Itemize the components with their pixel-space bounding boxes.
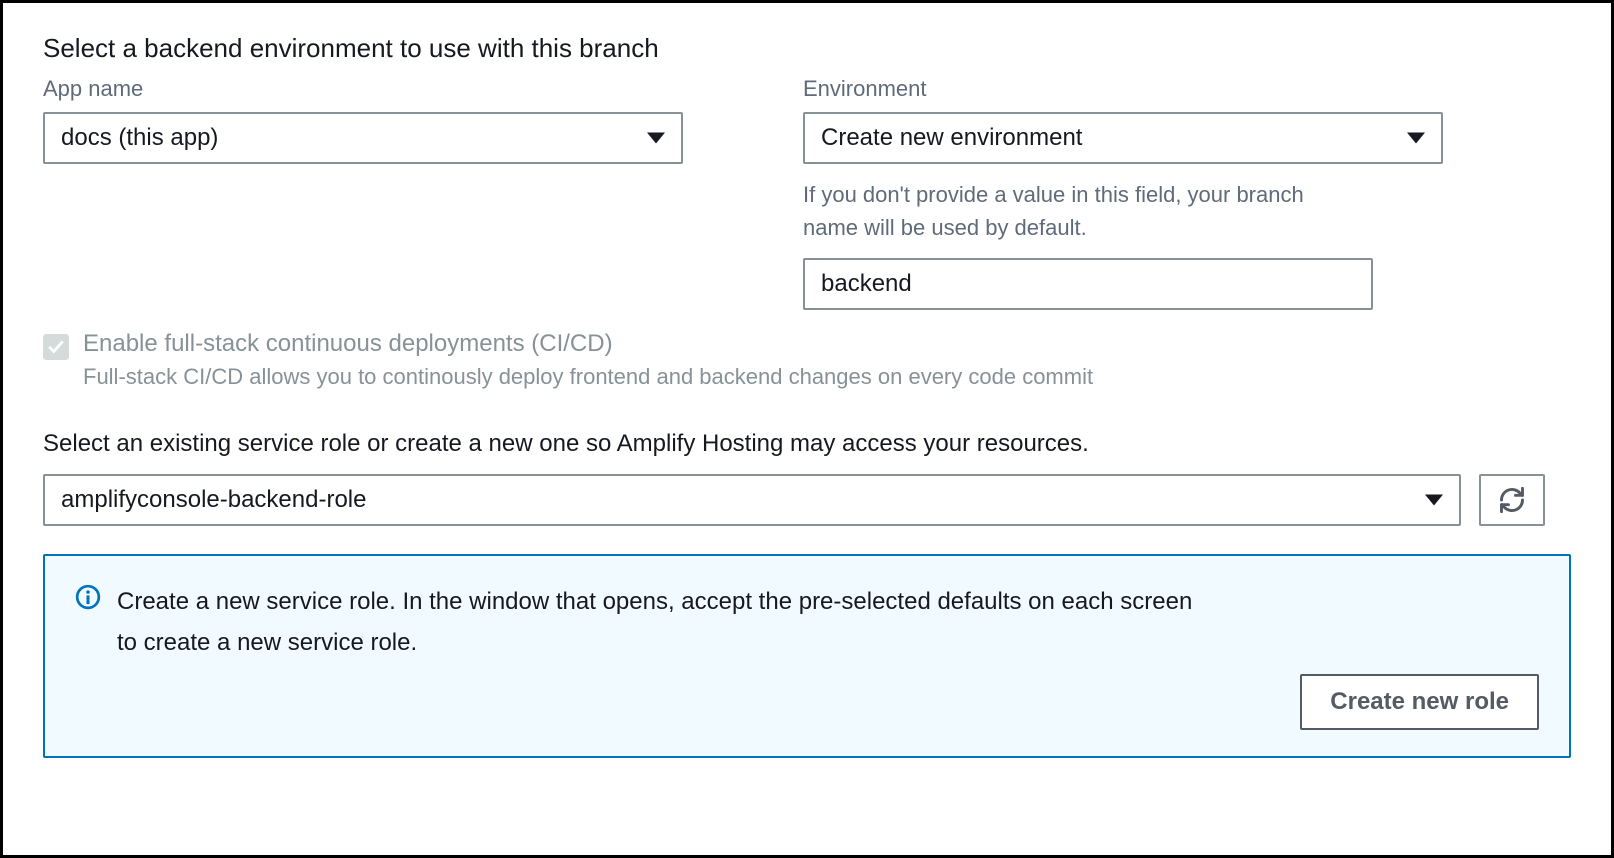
service-role-row: amplifyconsole-backend-role bbox=[43, 474, 1571, 526]
environment-label: Environment bbox=[803, 76, 1443, 102]
caret-down-icon bbox=[647, 133, 665, 144]
app-name-value: docs (this app) bbox=[61, 124, 218, 152]
info-icon bbox=[75, 584, 101, 730]
service-role-label: Select an existing service role or creat… bbox=[43, 430, 1571, 458]
service-role-select[interactable]: amplifyconsole-backend-role bbox=[43, 474, 1461, 526]
caret-down-icon bbox=[1407, 133, 1425, 144]
cicd-content: Enable full-stack continuous deployments… bbox=[83, 330, 1093, 390]
cicd-description: Full-stack CI/CD allows you to continous… bbox=[83, 364, 1093, 389]
info-action-row: Create new role bbox=[117, 674, 1539, 730]
info-text: Create a new service role. In the window… bbox=[117, 582, 1217, 664]
app-name-label: App name bbox=[43, 76, 683, 102]
environment-helper-text: If you don't provide a value in this fie… bbox=[803, 178, 1323, 244]
service-role-value: amplifyconsole-backend-role bbox=[61, 486, 366, 514]
form-row-app-env: App name docs (this app) Environment Cre… bbox=[43, 76, 1571, 310]
environment-name-input[interactable] bbox=[803, 258, 1373, 310]
cicd-checkbox[interactable] bbox=[43, 334, 69, 360]
create-new-role-button[interactable]: Create new role bbox=[1300, 674, 1539, 730]
environment-value: Create new environment bbox=[821, 124, 1082, 152]
app-name-select[interactable]: docs (this app) bbox=[43, 112, 683, 164]
caret-down-icon bbox=[1425, 495, 1443, 506]
backend-environment-panel: Select a backend environment to use with… bbox=[0, 0, 1614, 858]
section-heading: Select a backend environment to use with… bbox=[43, 33, 1571, 64]
cicd-label: Enable full-stack continuous deployments… bbox=[83, 330, 1093, 358]
cicd-checkbox-row: Enable full-stack continuous deployments… bbox=[43, 330, 1571, 390]
environment-column: Environment Create new environment If yo… bbox=[803, 76, 1443, 310]
app-name-column: App name docs (this app) bbox=[43, 76, 683, 310]
refresh-roles-button[interactable] bbox=[1479, 474, 1545, 526]
check-icon bbox=[47, 338, 65, 356]
environment-select[interactable]: Create new environment bbox=[803, 112, 1443, 164]
create-role-info-box: Create a new service role. In the window… bbox=[43, 554, 1571, 758]
refresh-icon bbox=[1498, 486, 1526, 514]
info-content: Create a new service role. In the window… bbox=[117, 582, 1539, 730]
